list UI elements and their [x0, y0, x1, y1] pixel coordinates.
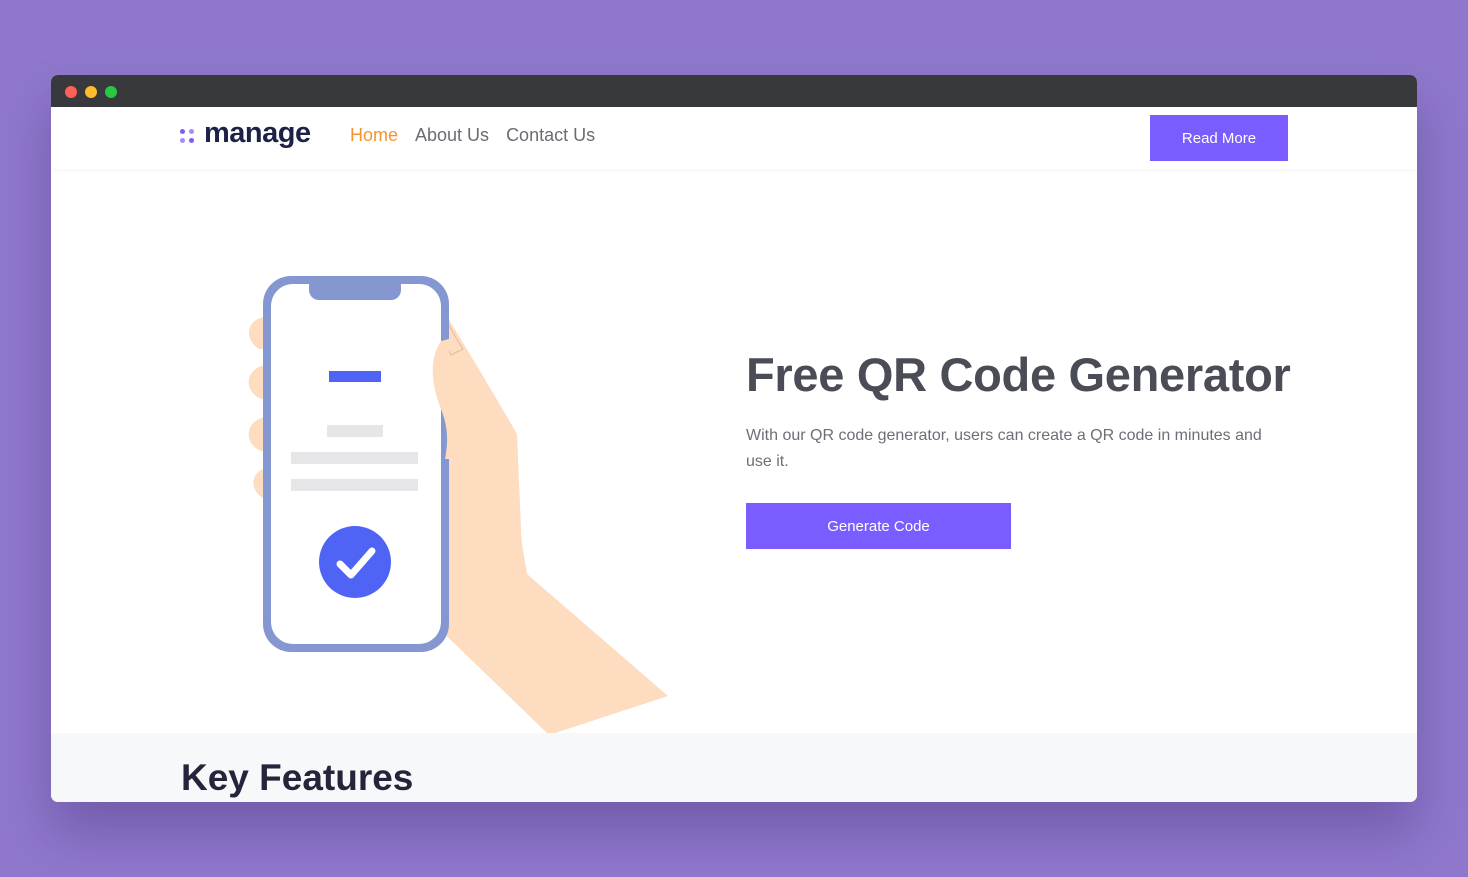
hero-description: With our QR code generator, users can cr…	[746, 427, 1262, 470]
close-window-icon[interactable]	[65, 86, 77, 98]
screen-header-bar	[329, 371, 381, 382]
window-titlebar	[51, 75, 1417, 107]
logo-text: manage	[204, 116, 311, 149]
hand-shape	[421, 297, 668, 733]
phone-notch	[309, 276, 401, 300]
nav-link-contact[interactable]: Contact Us	[506, 125, 595, 146]
nav-link-about[interactable]: About Us	[415, 125, 489, 146]
maximize-window-icon[interactable]	[105, 86, 117, 98]
nav-link-home[interactable]: Home	[350, 125, 398, 146]
screen-line-3	[291, 479, 418, 491]
features-section: Key Features	[51, 733, 1417, 802]
site-logo[interactable]: manage	[179, 116, 311, 151]
hand-phone-illustration	[248, 276, 668, 733]
hero-title: Free QR Code Generator	[746, 348, 1291, 401]
hero-section: Free QR Code Generator With our QR code …	[51, 169, 1417, 733]
browser-window: manage Home About Us Contact Us Read Mor…	[51, 75, 1417, 802]
screen-line-2	[291, 452, 418, 464]
site-header: manage Home About Us Contact Us Read Mor…	[51, 107, 1417, 169]
generate-code-button[interactable]: Generate Code	[746, 503, 1011, 549]
four-dots-icon	[179, 126, 197, 144]
read-more-button[interactable]: Read More	[1150, 115, 1288, 161]
screen-line-1	[327, 425, 383, 437]
minimize-window-icon[interactable]	[85, 86, 97, 98]
main-nav: Home About Us Contact Us	[350, 125, 612, 146]
features-title: Key Features	[181, 757, 414, 798]
check-circle-icon	[319, 526, 391, 598]
